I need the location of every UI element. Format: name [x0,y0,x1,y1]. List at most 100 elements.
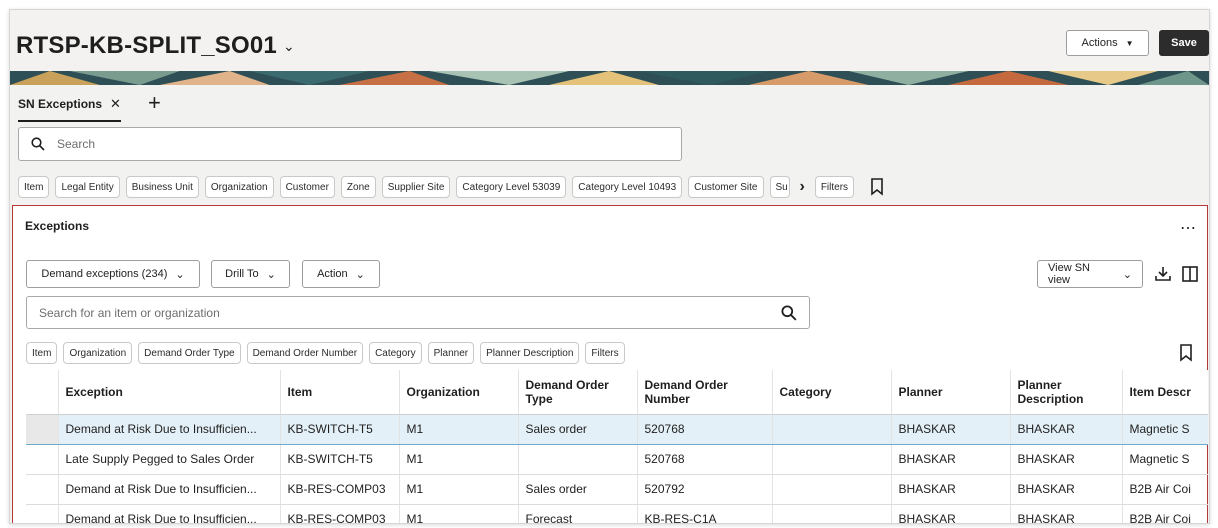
chevron-down-icon: ⌄ [175,268,185,281]
table-cell: KB-RES-COMP03 [279,504,399,523]
table-cell: Demand at Risk Due to Insufficien... [57,474,280,505]
filter-chip-planner[interactable]: Planner [427,342,475,364]
table-cell: KB-RES-COMP03 [279,474,399,505]
search-placeholder: Search [57,137,96,151]
table-cell: B2B Air Coi [1121,474,1208,505]
column-header[interactable]: Category [771,370,891,415]
view-selector[interactable]: View SN view ⌄ [1037,260,1143,288]
filter-chip-organization[interactable]: Organization [63,342,133,364]
filter-chip-customer[interactable]: Customer [279,176,335,198]
dropdown-label: Drill To [225,268,259,280]
filter-chip-truncated[interactable]: Su [769,176,790,198]
column-header[interactable]: Planner [890,370,1010,415]
table-cell [771,413,891,445]
actions-button[interactable]: Actions ▼ [1066,30,1149,56]
close-icon[interactable]: ✕ [110,96,121,112]
column-header[interactable]: Item Descr [1121,370,1208,415]
filter-chip-customer-site[interactable]: Customer Site [688,176,764,198]
table-cell: Sales order [517,474,637,505]
bookmark-icon[interactable] [870,178,884,196]
filter-chip-category-53039[interactable]: Category Level 53039 [456,176,567,198]
table-cell: BHASKAR [1009,444,1122,475]
columns-icon[interactable] [1180,264,1200,284]
search-input[interactable]: Search [18,127,682,161]
page-title[interactable]: RTSP-KB-SPLIT_SO01 ⌄ [16,32,295,60]
row-selector-header [26,370,58,415]
panel-filter-chip-row: Item Organization Demand Order Type Dema… [26,342,706,364]
dropdown-label: Action [317,268,348,280]
row-selector[interactable] [26,474,58,505]
save-button[interactable]: Save [1159,30,1209,56]
exceptions-table: Exception Item Organization Demand Order… [26,370,1208,523]
page-header: RTSP-KB-SPLIT_SO01 ⌄ Actions ▼ Save [10,10,1209,70]
search-icon[interactable] [781,305,797,321]
table-cell: M1 [398,504,518,523]
demand-exceptions-dropdown[interactable]: Demand exceptions (234) ⌄ [26,260,200,288]
table-cell: BHASKAR [890,474,1010,505]
filter-chip-supplier-site[interactable]: Supplier Site [381,176,451,198]
column-header[interactable]: Organization [398,370,518,415]
table-cell [771,444,891,475]
filter-chip-organization[interactable]: Organization [204,176,274,198]
table-cell: Forecast [517,504,637,523]
filter-chip-planner-description[interactable]: Planner Description [480,342,580,364]
dropdown-label: Demand exceptions (234) [41,268,168,280]
actions-button-label: Actions [1081,37,1118,49]
decorative-banner [10,71,1209,85]
row-selector[interactable] [26,413,58,445]
filters-button[interactable]: Filters [814,176,855,198]
filter-chip-legal-entity[interactable]: Legal Entity [55,176,120,198]
tab-label: SN Exceptions [18,97,103,111]
chevron-down-icon: ⌄ [355,268,365,281]
column-header[interactable]: Exception [57,370,280,415]
table-cell: B2B Air Coi [1121,504,1208,523]
action-dropdown[interactable]: Action ⌄ [302,260,380,288]
filter-chip-zone[interactable]: Zone [340,176,376,198]
chevron-down-icon: ⌄ [1122,268,1132,281]
filter-chip-demand-order-number[interactable]: Demand Order Number [246,342,364,364]
table-row[interactable]: Demand at Risk Due to Insufficien... KB-… [26,413,1208,445]
table-cell: BHASKAR [1009,504,1122,523]
tab-bar: SN Exceptions ✕ + [10,86,1209,126]
search-placeholder: Search for an item or organization [39,305,220,320]
column-header[interactable]: Planner Description [1009,370,1122,415]
table-cell: BHASKAR [890,444,1010,475]
table-cell: Late Supply Pegged to Sales Order [57,444,280,475]
filter-chip-item[interactable]: Item [18,176,50,198]
filter-chip-demand-order-type[interactable]: Demand Order Type [138,342,241,364]
table-header-row: Exception Item Organization Demand Order… [26,370,1208,415]
table-cell: BHASKAR [890,413,1010,445]
table-cell [771,474,891,505]
column-header[interactable]: Item [279,370,399,415]
filter-chip-row: Item Legal Entity Business Unit Organiza… [18,176,1018,198]
table-cell: Magnetic S [1121,413,1208,445]
row-selector[interactable] [26,504,58,523]
table-row[interactable]: Late Supply Pegged to Sales Order KB-SWI… [26,444,1208,475]
search-icon [31,137,45,151]
filter-chip-business-unit[interactable]: Business Unit [125,176,199,198]
panel-title: Exceptions [25,219,90,233]
app-window: RTSP-KB-SPLIT_SO01 ⌄ Actions ▼ Save SN E… [9,9,1210,524]
table-row[interactable]: Demand at Risk Due to Insufficien... KB-… [26,474,1208,505]
column-header[interactable]: Demand Order Number [636,370,772,415]
filter-chip-category-10493[interactable]: Category Level 10493 [572,176,683,198]
bookmark-icon[interactable] [1178,344,1194,362]
table-cell: Demand at Risk Due to Insufficien... [57,413,280,445]
table-row[interactable]: Demand at Risk Due to Insufficien... KB-… [26,504,1208,523]
filter-chip-item[interactable]: Item [26,342,58,364]
filters-button[interactable]: Filters [585,342,625,364]
column-header[interactable]: Demand Order Type [517,370,637,415]
table-cell: KB-SWITCH-T5 [279,444,399,475]
more-options-icon[interactable]: ⋯ [1180,218,1197,238]
download-icon[interactable] [1153,264,1173,284]
item-org-search-input[interactable]: Search for an item or organization [26,296,810,329]
chevron-right-icon[interactable]: › [796,178,809,196]
add-tab-icon[interactable]: + [148,90,161,116]
row-selector[interactable] [26,444,58,475]
filter-chip-category[interactable]: Category [369,342,422,364]
table-cell: BHASKAR [1009,413,1122,445]
tab-sn-exceptions[interactable]: SN Exceptions ✕ [18,86,121,122]
drill-to-dropdown[interactable]: Drill To ⌄ [211,260,290,288]
table-cell: M1 [398,444,518,475]
chevron-down-icon[interactable]: ⌄ [283,38,295,55]
